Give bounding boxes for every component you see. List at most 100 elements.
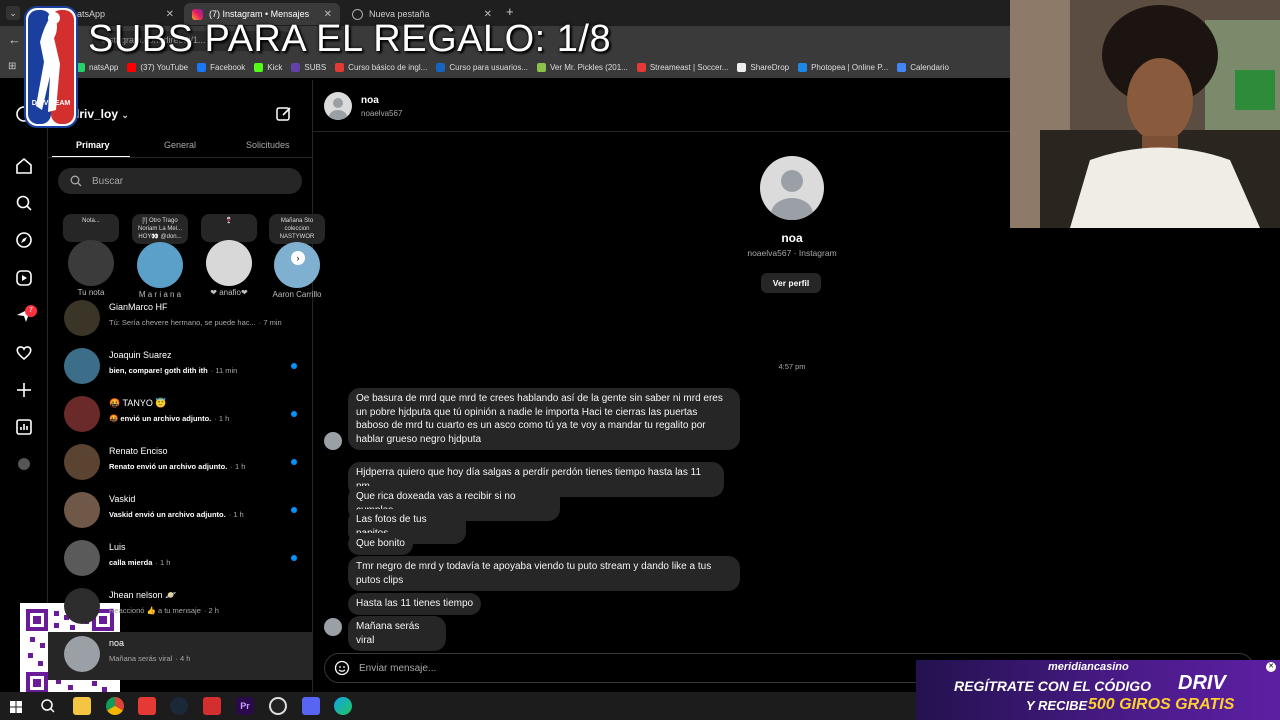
- sender-avatar: [324, 432, 342, 450]
- note-avatar: [274, 242, 320, 288]
- message-bubble[interactable]: Tmr negro de mrd y todavía te apoyaba vi…: [348, 556, 740, 591]
- chat-avatar[interactable]: [324, 92, 352, 120]
- bookmark-favicon-icon: [254, 62, 264, 72]
- bookmark-item[interactable]: Curso básico de ingl...: [335, 62, 427, 72]
- ad-line2-prefix: Y RECIBE: [1026, 698, 1088, 713]
- bookmark-item[interactable]: (37) YouTube: [127, 62, 188, 72]
- bookmark-item[interactable]: Streameast | Soccer...: [636, 62, 729, 72]
- bookmark-label: Ver Mr. Pickles (201...: [550, 62, 628, 72]
- back-arrow-icon[interactable]: ←: [8, 32, 21, 47]
- logo-text: DRIV TEAM: [31, 100, 71, 107]
- thread-avatar: [64, 636, 100, 672]
- thread-name: Luis: [109, 542, 126, 552]
- thread-preview-text: Reaccionó 👍 a tu mensaje: [109, 606, 201, 615]
- note-item[interactable]: [!] Otro Trago Noriam La Mel... HOY👀 @do…: [127, 214, 193, 299]
- premiere-icon[interactable]: Pr: [236, 697, 254, 715]
- bookmark-item[interactable]: Photopea | Online P...: [798, 62, 888, 72]
- bookmark-item[interactable]: SUBS: [291, 62, 326, 72]
- thread-item[interactable]: Joaquin Suarez bien, compare! goth dith i…: [48, 344, 313, 392]
- bookmark-item[interactable]: Ver Mr. Pickles (201...: [537, 62, 628, 72]
- bookmark-item[interactable]: Kick: [254, 62, 283, 72]
- search-input[interactable]: Buscar: [58, 168, 302, 194]
- profile-avatar-icon[interactable]: [14, 454, 34, 474]
- bookmark-item[interactable]: Facebook: [197, 62, 245, 72]
- thread-avatar: [64, 348, 100, 384]
- note-bubble: Mañana Sto coleccion NASTYWOR: [269, 214, 325, 244]
- chat-header: noa noaelva567: [313, 80, 1010, 132]
- unread-dot: [291, 411, 297, 417]
- apps-grid-icon[interactable]: ⊞: [8, 61, 16, 72]
- thread-preview: 🤬 envió un archivo adjunto. · 1 h: [109, 414, 229, 423]
- thread-item[interactable]: 🤬 TANYO 😇 🤬 envió un archivo adjunto. · 1 …: [48, 392, 313, 440]
- tab-general[interactable]: General: [164, 140, 196, 150]
- bookmark-favicon-icon: [798, 62, 808, 72]
- thread-preview-text: Vaskid envió un archivo adjunto.: [109, 510, 226, 519]
- taskbar-search-icon[interactable]: [40, 698, 56, 714]
- ad-close-icon[interactable]: ✕: [1266, 662, 1276, 672]
- thread-item[interactable]: GianMarco HF Tú: Sería chevere hermano, s…: [48, 296, 313, 344]
- note-avatar: [68, 240, 114, 286]
- bookmark-item[interactable]: Calendario: [897, 62, 949, 72]
- thread-item[interactable]: noa Mañana serás viral · 4 h: [48, 632, 313, 680]
- message-bubble[interactable]: Hasta las 11 tienes tiempo: [348, 593, 482, 615]
- bookmark-item[interactable]: ShareDrop: [737, 62, 789, 72]
- reels-icon[interactable]: [14, 268, 34, 288]
- thread-name: GianMarco HF: [109, 302, 168, 312]
- tab-primary[interactable]: Primary: [76, 140, 110, 150]
- windows-start-icon[interactable]: [10, 700, 22, 713]
- screen: ⌄ natsApp ✕ (7) Instagram • Mensajes ✕ N…: [0, 0, 1280, 720]
- bookmark-item[interactable]: natsApp: [76, 62, 119, 72]
- edge-icon[interactable]: [334, 697, 352, 715]
- bookmark-label: natsApp: [89, 62, 119, 72]
- tab-solicitudes[interactable]: Solicitudes: [246, 140, 290, 150]
- note-item[interactable]: Nota... Tu nota: [58, 214, 124, 298]
- chevron-right-icon[interactable]: ›: [291, 251, 305, 265]
- create-plus-icon[interactable]: [14, 380, 34, 400]
- thread-preview-text: bien, compare! goth dith ith: [109, 366, 208, 375]
- compose-message-icon[interactable]: [275, 105, 293, 123]
- bookmark-favicon-icon: [335, 62, 345, 72]
- explore-compass-icon[interactable]: [14, 230, 34, 250]
- chrome-icon[interactable]: [106, 697, 124, 715]
- message-timestamp: 4:57 pm: [778, 362, 806, 371]
- account-switcher[interactable]: driv_loy ⌄: [72, 107, 129, 121]
- thread-preview: Vaskid envió un archivo adjunto. · 1 h: [109, 510, 244, 519]
- thread-item[interactable]: Luis calla mierda · 1 h: [48, 536, 313, 584]
- heart-icon[interactable]: [14, 343, 34, 363]
- chat-name[interactable]: noa: [361, 95, 379, 106]
- message-bubble[interactable]: Mañana serás viral: [348, 616, 446, 651]
- thread-item[interactable]: Vaskid Vaskid envió un archivo adjunto. · …: [48, 488, 313, 536]
- search-icon[interactable]: [14, 193, 34, 213]
- driv-team-logo: DRIV TEAM: [24, 6, 78, 128]
- discord-icon[interactable]: [302, 697, 320, 715]
- thread-preview-text: calla mierda: [109, 558, 153, 567]
- thread-avatar: [64, 588, 100, 624]
- home-icon[interactable]: [14, 156, 34, 176]
- bookmark-label: Curso para usuarios...: [449, 62, 529, 72]
- obs-icon[interactable]: [269, 697, 287, 715]
- bookmark-label: Kick: [267, 62, 283, 72]
- note-avatar: [137, 242, 183, 288]
- note-item[interactable]: 🍷 ❤ anafio❤: [196, 214, 262, 298]
- unread-dot: [291, 363, 297, 369]
- view-profile-button[interactable]: Ver perfil: [761, 273, 821, 293]
- thread-name: Vaskid: [109, 494, 136, 504]
- thread-item[interactable]: Renato Enciso Renato envió un archivo adj…: [48, 440, 313, 488]
- tab-search-chevron-icon[interactable]: ⌄: [6, 6, 20, 20]
- new-tab-button[interactable]: +: [506, 4, 514, 19]
- message-bubble[interactable]: Que bonito: [348, 533, 413, 555]
- thread-name: Joaquin Suarez: [109, 350, 172, 360]
- bookmark-label: Streameast | Soccer...: [649, 62, 729, 72]
- dashboard-icon[interactable]: [14, 417, 34, 437]
- message-bubble[interactable]: Oe basura de mrd que mrd te crees hablan…: [348, 388, 740, 450]
- thread-avatar: [64, 396, 100, 432]
- media-player-icon[interactable]: [138, 697, 156, 715]
- app-red-icon[interactable]: [203, 697, 221, 715]
- thread-name: noa: [109, 638, 125, 648]
- file-explorer-icon[interactable]: [73, 697, 91, 715]
- profile-subtitle: noaelva567 · Instagram: [747, 248, 837, 258]
- steam-icon[interactable]: [170, 697, 188, 715]
- emoji-icon[interactable]: [334, 660, 350, 676]
- bookmark-item[interactable]: Curso para usuarios...: [436, 62, 529, 72]
- thread-item[interactable]: Jhean nelson 🪐 Reaccionó 👍 a tu mensaje · …: [48, 584, 313, 632]
